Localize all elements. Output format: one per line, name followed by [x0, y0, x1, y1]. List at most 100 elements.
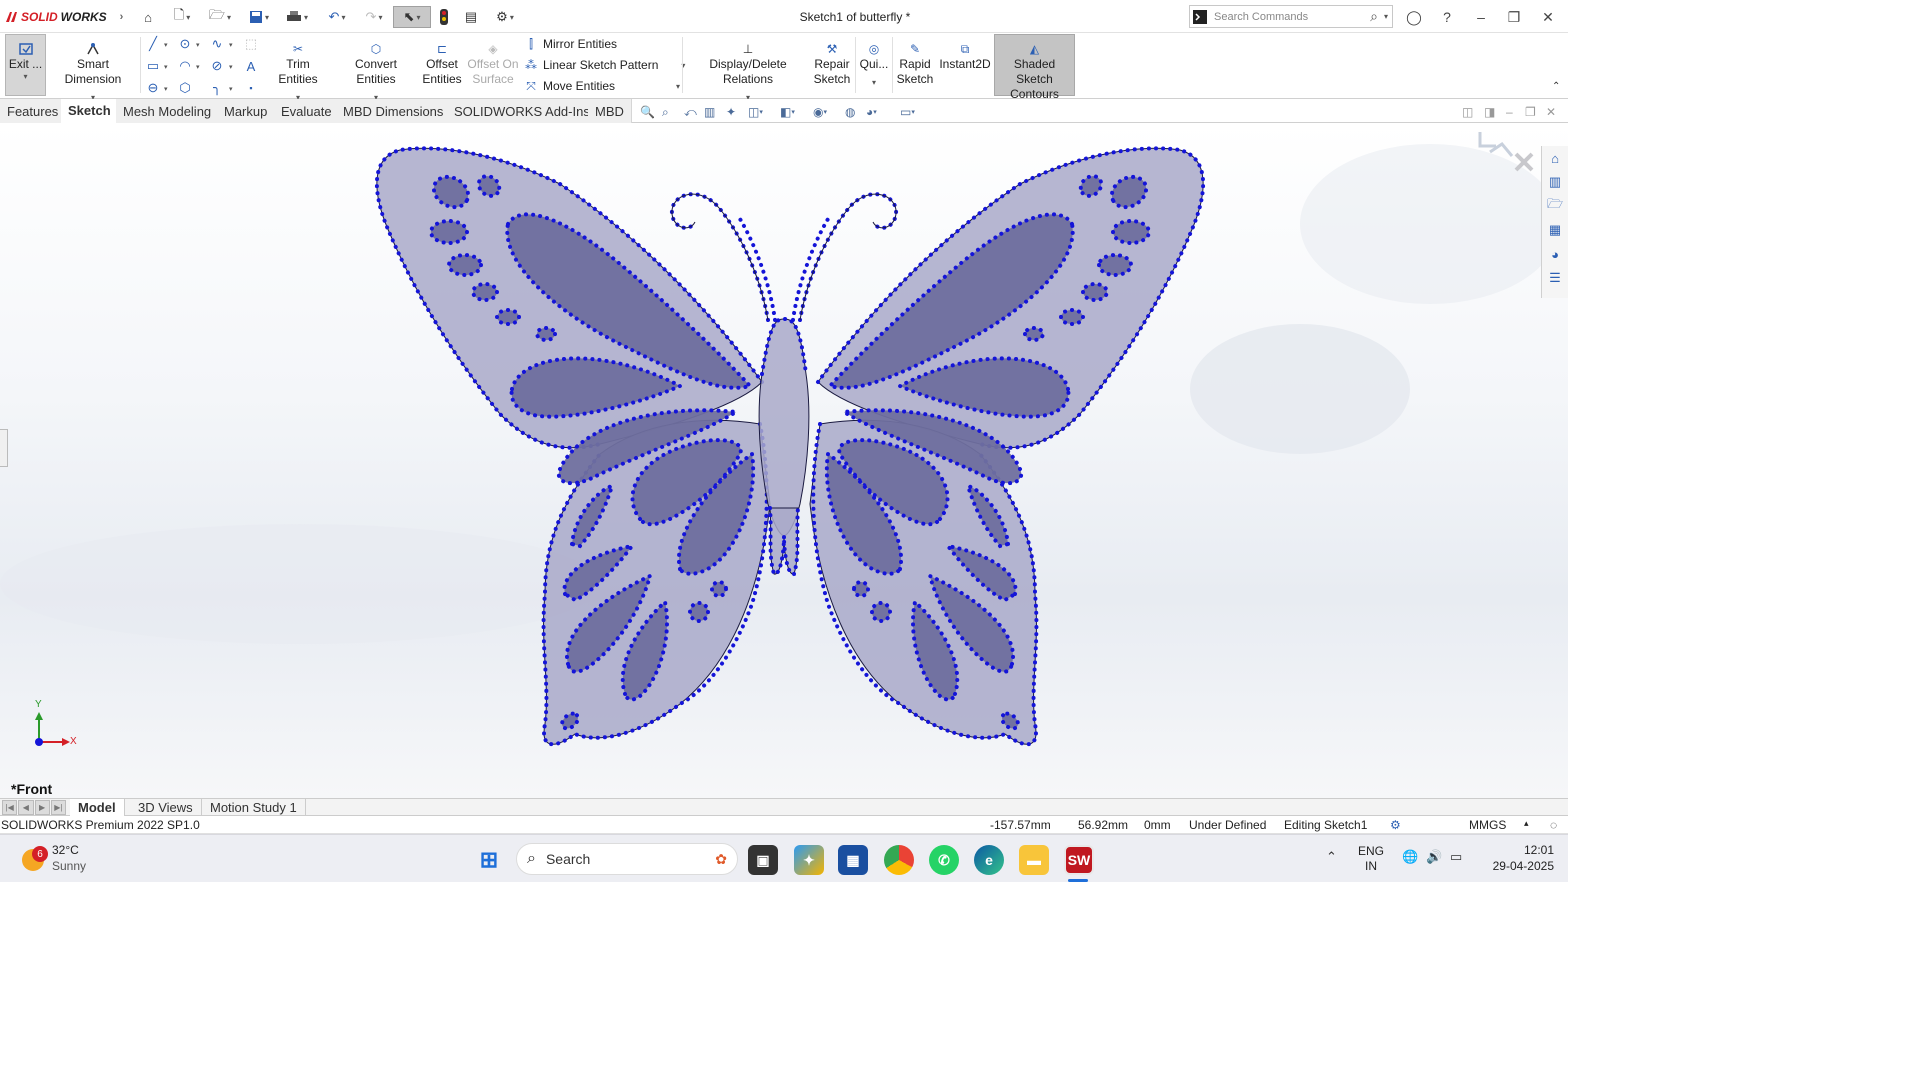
user-account-icon[interactable]: ◯ [1403, 7, 1425, 27]
open-icon[interactable]: 🗁 ▾ [203, 6, 237, 28]
search-magnifier-icon[interactable]: ⌕ [1370, 8, 1378, 25]
zoom-to-fit-icon[interactable]: 🔍 [640, 103, 655, 121]
quick-snaps-dropdown-icon[interactable]: ▾ [872, 78, 876, 88]
system-clock[interactable]: 12:01 29-04-2025 [1480, 842, 1554, 874]
viewport-minimize-icon[interactable]: – [1506, 103, 1513, 121]
custom-properties-icon[interactable]: ☰ [1542, 266, 1568, 290]
task-view-icon[interactable]: ▣ [748, 845, 778, 875]
search-commands-box[interactable]: Search Commands ⌕ ▾ [1189, 5, 1393, 28]
polygon-icon[interactable]: ⬡ [176, 80, 194, 96]
appearances-icon[interactable]: ◕ [1542, 242, 1568, 266]
new-document-icon[interactable]: 🗋 ▾ [166, 6, 198, 28]
select-icon[interactable]: ⬉ ▾ [393, 6, 431, 28]
minimize-icon[interactable]: – [1470, 7, 1492, 27]
file-explorer-icon[interactable]: 🗁 [1542, 194, 1568, 218]
hide-show-items-icon[interactable]: ◉ ▾ [813, 103, 827, 121]
tab-motion-study-1[interactable]: Motion Study 1 [202, 799, 306, 816]
smart-dimension-button[interactable]: Smart Dimension ▾ [49, 35, 137, 103]
search-dropdown-icon[interactable]: ▾ [1384, 12, 1388, 21]
line-icon[interactable]: ╱ [144, 36, 162, 52]
spline-icon[interactable]: ∿ [208, 36, 226, 52]
microsoft-store-icon[interactable]: ▦ [838, 845, 868, 875]
view-palette-icon[interactable]: ▦ [1542, 218, 1568, 242]
surface-spline-icon[interactable]: ⬚ [242, 36, 260, 52]
tab-solidworks-add-ins[interactable]: SOLIDWORKS Add-Ins [447, 99, 598, 123]
options-gear-icon[interactable]: ⚙ ▾ [488, 6, 522, 28]
exit-sketch-group[interactable]: Exit ... ▾ [5, 35, 46, 82]
units-menu-icon[interactable]: ▴ [1524, 818, 1529, 829]
restore-icon[interactable]: ❐ [1503, 7, 1525, 27]
tab-mbd[interactable]: MBD [588, 99, 632, 123]
butterfly-sketch[interactable]: .wing{fill:#a9a9c9;fill-opacity:0.85;str… [0, 124, 1568, 798]
tab-navigation[interactable]: |◀ ◀ ▶ ▶| [2, 800, 66, 815]
point-icon[interactable]: ▪ [242, 80, 260, 96]
move-entities-button[interactable]: ⤧ Move Entities ▾ [524, 77, 680, 95]
viewport-tile-icon[interactable]: ◫ [1462, 103, 1473, 121]
quick-snaps-button[interactable]: ◎ Qui... ▾ [858, 35, 890, 88]
show-hidden-icons[interactable]: ⌃ [1326, 849, 1337, 865]
rectangle-icon[interactable]: ▭ [144, 58, 162, 74]
slot-icon[interactable]: ⊖ [144, 80, 162, 96]
arc-icon[interactable]: ◠ [176, 58, 194, 74]
display-style-icon[interactable]: ◧ ▾ [780, 103, 795, 121]
linear-sketch-pattern-button[interactable]: ⁂ Linear Sketch Pattern ▾ [524, 56, 685, 74]
offset-on-surface-button[interactable]: ◈ Offset On Surface [466, 35, 520, 87]
viewport-split-icon[interactable]: ◨ [1484, 103, 1495, 121]
apply-scene-icon[interactable]: ◕ ▾ [866, 103, 877, 121]
windows-start-icon[interactable]: ⊞ [474, 845, 504, 875]
network-icon[interactable]: 🌐 [1402, 849, 1418, 865]
file-explorer-taskbar-icon[interactable]: ▬ [1019, 845, 1049, 875]
save-icon[interactable]: ▾ [243, 6, 275, 28]
repair-sketch-button[interactable]: ⚒ Repair Sketch [812, 35, 852, 87]
whatsapp-icon[interactable]: ✆ [929, 845, 959, 875]
viewport-restore-icon[interactable]: ❐ [1525, 103, 1536, 121]
solidworks-resources-icon[interactable]: ⌂ [1542, 146, 1568, 170]
tab-markup[interactable]: Markup [217, 99, 276, 123]
rapid-sketch-button[interactable]: ✎ Rapid Sketch [895, 35, 935, 87]
section-view-icon[interactable]: ▥ [704, 103, 715, 121]
confirmation-corner[interactable] [1478, 132, 1534, 172]
ribbon-collapse-icon[interactable]: ⌃ [1552, 81, 1560, 92]
close-icon[interactable]: ✕ [1537, 7, 1559, 27]
tab-sketch[interactable]: Sketch [61, 99, 119, 123]
undo-icon[interactable]: ↶ ▾ [320, 6, 354, 28]
print-icon[interactable]: ▾ [280, 6, 314, 28]
menu-expand-icon[interactable]: › [120, 11, 124, 23]
graphics-area[interactable]: .wing{fill:#a9a9c9;fill-opacity:0.85;str… [0, 124, 1568, 798]
exit-sketch-dropdown-icon[interactable]: ▾ [23, 72, 27, 82]
taskbar-search[interactable]: ⌕ Search ✿ [516, 843, 738, 875]
language-indicator[interactable]: ENG IN [1358, 844, 1384, 874]
previous-view-icon[interactable]: ⤺ [684, 103, 697, 121]
viewport-close-icon[interactable]: ✕ [1546, 103, 1556, 121]
display-delete-relations-button[interactable]: ⊥ Display/Delete Relations ▾ [686, 35, 810, 103]
dynamic-annotation-icon[interactable]: ✦ [726, 103, 736, 121]
battery-icon[interactable]: ▭ [1450, 849, 1462, 865]
help-status-icon[interactable]: ◌ [1550, 818, 1557, 832]
convert-entities-button[interactable]: ⬡ Convert Entities ▾ [334, 35, 418, 103]
view-orientation-icon[interactable]: ◫ ▾ [748, 103, 763, 121]
file-properties-icon[interactable]: ▤ [461, 6, 481, 28]
edit-appearance-icon[interactable]: ◍ [845, 103, 855, 121]
instant2d-button[interactable]: ⧉ Instant2D [938, 35, 992, 72]
shaded-sketch-contours-group[interactable]: ◭ Shaded Sketch Contours [994, 35, 1075, 102]
design-library-icon[interactable]: ▥ [1542, 170, 1568, 194]
feature-manager-flyout-handle[interactable] [0, 429, 8, 467]
help-icon[interactable]: ? [1436, 7, 1458, 27]
move-dropdown-icon[interactable]: ▾ [676, 82, 680, 91]
redo-icon[interactable]: ↷ ▾ [358, 6, 390, 28]
text-icon[interactable]: A [242, 58, 260, 74]
home-icon[interactable]: ⌂ [138, 6, 158, 28]
unit-system[interactable]: MMGS [1469, 818, 1506, 832]
tab-mbd-dimensions[interactable]: MBD Dimensions [336, 99, 452, 123]
mirror-entities-button[interactable]: ⫿ Mirror Entities [524, 35, 617, 53]
tab-model[interactable]: Model [70, 799, 125, 816]
trim-entities-button[interactable]: ✂ Trim Entities ▾ [266, 35, 330, 103]
weather-widget[interactable]: 6 32°C Sunny [20, 841, 140, 877]
tab-3d-views[interactable]: 3D Views [130, 799, 202, 816]
chrome-icon[interactable] [884, 845, 914, 875]
edge-icon[interactable]: e [974, 845, 1004, 875]
solidworks-taskbar-icon[interactable]: SW [1064, 845, 1094, 875]
ellipse-icon[interactable]: ⊘ [208, 58, 226, 74]
tab-evaluate[interactable]: Evaluate [274, 99, 340, 123]
fillet-icon[interactable]: ╮ [208, 80, 226, 96]
